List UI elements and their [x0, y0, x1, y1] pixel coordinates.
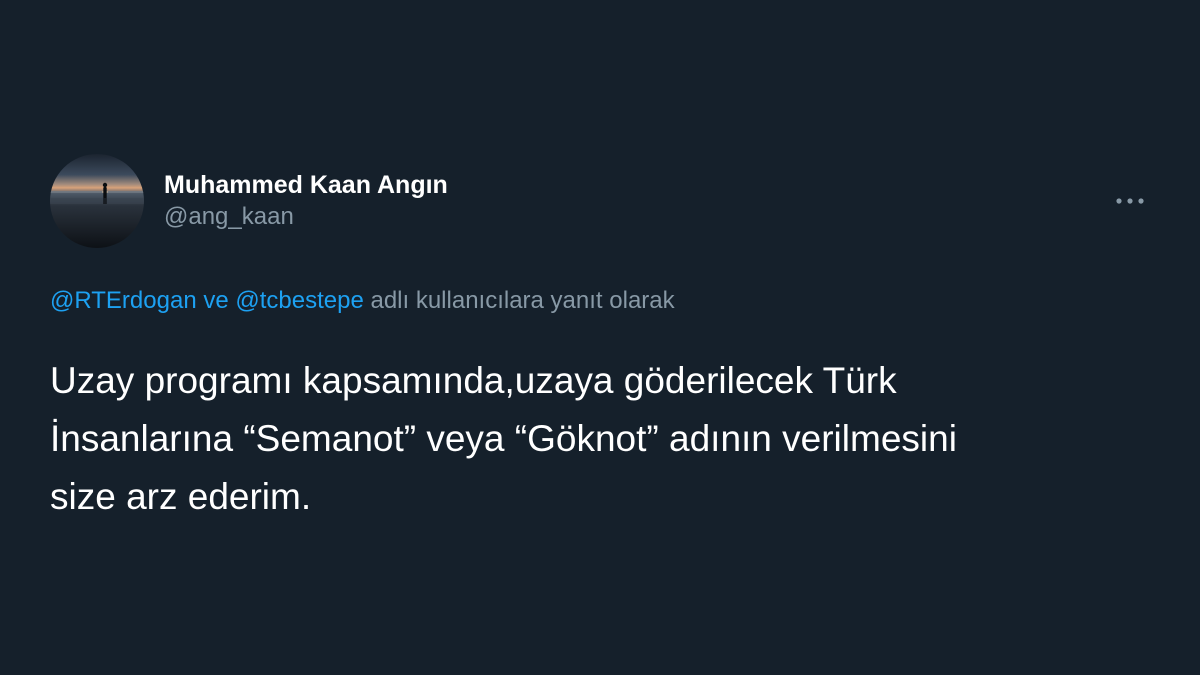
tweet-text-line-3: size arz ederim. — [50, 476, 312, 517]
avatar-image — [50, 154, 144, 248]
more-options-button[interactable] — [1110, 181, 1150, 221]
tweet-card: Muhammed Kaan Angın @ang_kaan @RTErdogan… — [50, 154, 1160, 526]
reply-context: @RTErdogan ve @tcbestepe adlı kullanıcıl… — [50, 286, 1160, 316]
author-display-name[interactable]: Muhammed Kaan Angın — [164, 169, 448, 201]
reply-connector: ve — [196, 287, 236, 314]
mention-rterdogan[interactable]: @RTErdogan — [50, 287, 197, 314]
tweet-text-line-1: Uzay programı kapsamında,uzaya göderilec… — [50, 360, 897, 401]
avatar[interactable] — [50, 154, 144, 248]
author-names: Muhammed Kaan Angın @ang_kaan — [164, 169, 448, 233]
tweet-text-line-2: İnsanlarına “Semanot” veya “Göknot” adın… — [50, 418, 957, 459]
reply-suffix: adlı kullanıcılara yanıt olarak — [363, 287, 675, 314]
author-handle[interactable]: @ang_kaan — [164, 201, 448, 233]
tweet-text: Uzay programı kapsamında,uzaya göderilec… — [50, 352, 1150, 526]
more-horizontal-icon — [1116, 198, 1144, 204]
mention-tcbestepe[interactable]: @tcbestepe — [235, 287, 363, 314]
tweet-header: Muhammed Kaan Angın @ang_kaan — [50, 154, 1160, 248]
